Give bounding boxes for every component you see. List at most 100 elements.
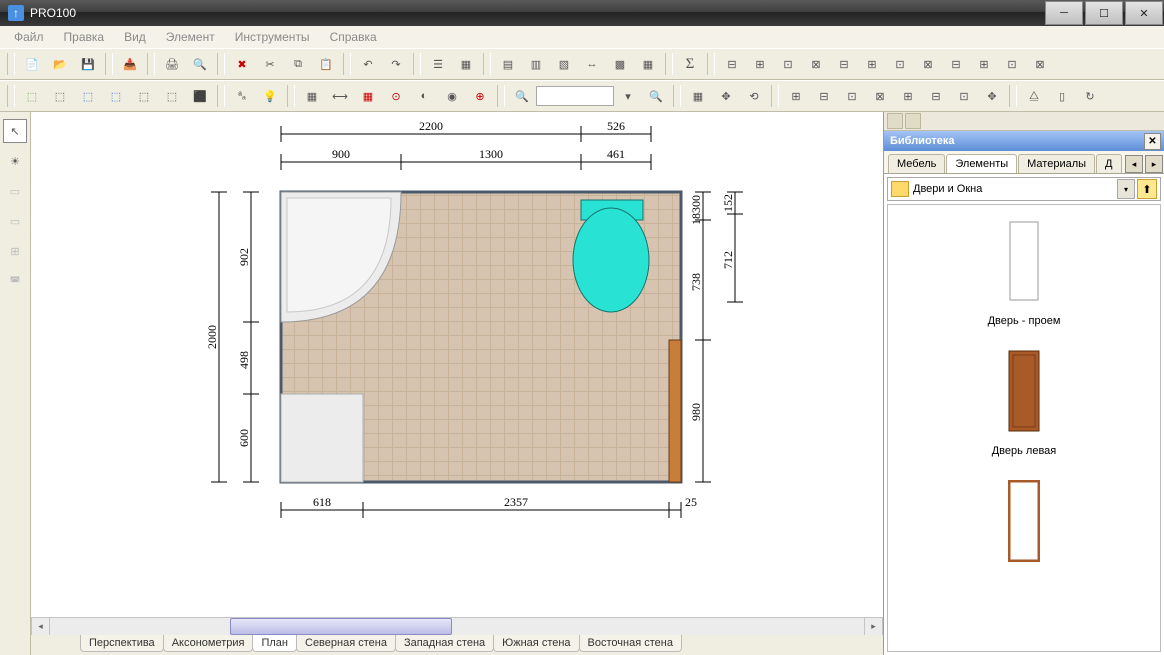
zoom-input[interactable] bbox=[536, 86, 614, 106]
align11-button[interactable]: ⊡ bbox=[1000, 52, 1024, 76]
delete-button[interactable]: ✖ bbox=[230, 52, 254, 76]
view-tab-east-wall[interactable]: Восточная стена bbox=[579, 635, 682, 652]
view-tab-west-wall[interactable]: Западная стена bbox=[395, 635, 494, 652]
library-tab-furniture[interactable]: Мебель bbox=[888, 154, 945, 173]
cut-button[interactable]: ✂ bbox=[258, 52, 282, 76]
tool-l4[interactable]: ◚ bbox=[3, 269, 27, 293]
view6-button[interactable]: ▦ bbox=[636, 52, 660, 76]
snap6-button[interactable]: ⊟ bbox=[924, 84, 948, 108]
scrollbar-horizontal[interactable]: ◂ ▸ bbox=[31, 617, 883, 635]
tool-a[interactable]: ▦ bbox=[300, 84, 324, 108]
align3-button[interactable]: ⊡ bbox=[776, 52, 800, 76]
lib-ico1[interactable] bbox=[887, 113, 903, 129]
undo-button[interactable]: ↶ bbox=[356, 52, 380, 76]
canvas-viewport[interactable]: 2200 526 900 1300 461 bbox=[31, 112, 883, 617]
snap1-button[interactable]: ⊞ bbox=[784, 84, 808, 108]
view-tab-axonometry[interactable]: Аксонометрия bbox=[163, 635, 254, 652]
paste-button[interactable]: 📋 bbox=[314, 52, 338, 76]
preview-button[interactable]: 🔍 bbox=[188, 52, 212, 76]
move-button[interactable]: ✥ bbox=[714, 84, 738, 108]
cube2-button[interactable]: ⬚ bbox=[48, 84, 72, 108]
view3-button[interactable]: ▧ bbox=[552, 52, 576, 76]
view-tab-south-wall[interactable]: Южная стена bbox=[493, 635, 579, 652]
align6-button[interactable]: ⊞ bbox=[860, 52, 884, 76]
cube3-button[interactable]: ⬚ bbox=[76, 84, 100, 108]
tool-f[interactable]: ↻ bbox=[1078, 84, 1102, 108]
align12-button[interactable]: ⊠ bbox=[1028, 52, 1052, 76]
snap-button[interactable]: ⊙ bbox=[384, 84, 408, 108]
library-folder-select[interactable]: Двери и Окна ▾ ⬆ bbox=[887, 177, 1161, 201]
tool-d[interactable]: ▦ bbox=[686, 84, 710, 108]
print-button[interactable]: 🖨 bbox=[160, 52, 184, 76]
view1-button[interactable]: ▤ bbox=[496, 52, 520, 76]
redo-button[interactable]: ↷ bbox=[384, 52, 408, 76]
lib-ico2[interactable] bbox=[905, 113, 921, 129]
library-item[interactable]: Дверь левая bbox=[934, 341, 1114, 457]
zoom-dropdown-button[interactable]: ▾ bbox=[616, 84, 640, 108]
import-button[interactable]: 📥 bbox=[118, 52, 142, 76]
sigma-button[interactable]: Σ bbox=[678, 52, 702, 76]
light-tool[interactable]: ☀ bbox=[3, 149, 27, 173]
menu-edit[interactable]: Правка bbox=[54, 30, 115, 44]
library-tab-prev-button[interactable]: ◂ bbox=[1125, 155, 1143, 173]
light-button[interactable]: 💡 bbox=[258, 84, 282, 108]
align8-button[interactable]: ⊠ bbox=[916, 52, 940, 76]
scroll-right-button[interactable]: ▸ bbox=[864, 617, 883, 636]
cube4-button[interactable]: ⬚ bbox=[104, 84, 128, 108]
close-button[interactable]: ✕ bbox=[1125, 1, 1163, 25]
library-folder-dropdown-button[interactable]: ▾ bbox=[1117, 179, 1135, 199]
tool-l3[interactable]: ⊞ bbox=[3, 239, 27, 263]
align9-button[interactable]: ⊟ bbox=[944, 52, 968, 76]
copy-button[interactable]: ⧉ bbox=[286, 52, 310, 76]
minimize-button[interactable]: ─ bbox=[1045, 1, 1083, 25]
library-item[interactable] bbox=[934, 471, 1114, 575]
new-button[interactable]: 📄 bbox=[20, 52, 44, 76]
snap2-button[interactable]: ⊟ bbox=[812, 84, 836, 108]
scroll-thumb-h[interactable] bbox=[230, 618, 452, 635]
grid-button[interactable]: ▦ bbox=[356, 84, 380, 108]
tool-l1[interactable]: ▭ bbox=[3, 179, 27, 203]
library-tab-more[interactable]: Д bbox=[1096, 154, 1121, 173]
cube1-button[interactable]: ⬚ bbox=[20, 84, 44, 108]
tool-c[interactable]: ◉ bbox=[440, 84, 464, 108]
align1-button[interactable]: ⊟ bbox=[720, 52, 744, 76]
view5-button[interactable]: ▩ bbox=[608, 52, 632, 76]
save-button[interactable]: 💾 bbox=[76, 52, 100, 76]
snap3-button[interactable]: ⊡ bbox=[840, 84, 864, 108]
cube5-button[interactable]: ⬚ bbox=[132, 84, 156, 108]
maximize-button[interactable]: ☐ bbox=[1085, 1, 1123, 25]
layer-button[interactable]: ▦ bbox=[454, 52, 478, 76]
align7-button[interactable]: ⊡ bbox=[888, 52, 912, 76]
tool-b[interactable]: ◐ bbox=[412, 84, 436, 108]
library-folder-up-button[interactable]: ⬆ bbox=[1137, 179, 1157, 199]
view2-button[interactable]: ▥ bbox=[524, 52, 548, 76]
library-tab-next-button[interactable]: ▸ bbox=[1145, 155, 1163, 173]
snap8-button[interactable]: ✥ bbox=[980, 84, 1004, 108]
snap5-button[interactable]: ⊞ bbox=[896, 84, 920, 108]
tool-l2[interactable]: ▭ bbox=[3, 209, 27, 233]
view-tab-plan[interactable]: План bbox=[252, 635, 297, 652]
view-tab-north-wall[interactable]: Северная стена bbox=[296, 635, 396, 652]
cube7-button[interactable]: ⬛ bbox=[188, 84, 212, 108]
cube6-button[interactable]: ⬚ bbox=[160, 84, 184, 108]
align5-button[interactable]: ⊟ bbox=[832, 52, 856, 76]
menu-tools[interactable]: Инструменты bbox=[225, 30, 320, 44]
menu-element[interactable]: Элемент bbox=[156, 30, 225, 44]
align10-button[interactable]: ⊞ bbox=[972, 52, 996, 76]
view-tab-perspective[interactable]: Перспектива bbox=[80, 635, 164, 652]
target-button[interactable]: ⊕ bbox=[468, 84, 492, 108]
menu-file[interactable]: Файл bbox=[4, 30, 54, 44]
snap4-button[interactable]: ⊠ bbox=[868, 84, 892, 108]
menu-help[interactable]: Справка bbox=[320, 30, 387, 44]
library-tab-elements[interactable]: Элементы bbox=[946, 154, 1017, 173]
library-item[interactable]: Дверь - проем bbox=[934, 211, 1114, 327]
snap7-button[interactable]: ⊡ bbox=[952, 84, 976, 108]
align4-button[interactable]: ⊠ bbox=[804, 52, 828, 76]
zoom-tool-button[interactable]: 🔍 bbox=[510, 84, 534, 108]
rotate-button[interactable]: ⟲ bbox=[742, 84, 766, 108]
library-tab-materials[interactable]: Материалы bbox=[1018, 154, 1095, 173]
align2-button[interactable]: ⊞ bbox=[748, 52, 772, 76]
props-button[interactable]: ☰ bbox=[426, 52, 450, 76]
select-tool[interactable]: ↖ bbox=[3, 119, 27, 143]
mirror-button[interactable]: ⧋ bbox=[1022, 84, 1046, 108]
